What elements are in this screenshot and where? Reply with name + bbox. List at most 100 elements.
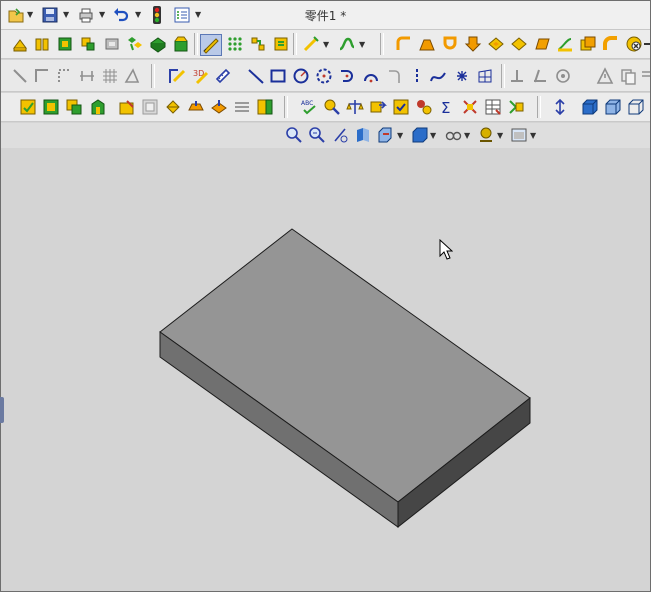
sheet-icon[interactable] — [187, 98, 205, 116]
check-box-icon[interactable] — [392, 98, 410, 116]
base-icon[interactable] — [508, 67, 526, 85]
copy-icon[interactable] — [619, 67, 637, 85]
print-icon[interactable] — [77, 6, 95, 24]
hook-icon[interactable] — [385, 67, 403, 85]
shape-icon[interactable] — [89, 98, 107, 116]
feature-paint-icon[interactable] — [118, 98, 136, 116]
angle-icon[interactable] — [123, 67, 141, 85]
overflow-icon[interactable] — [643, 35, 651, 53]
shell-icon[interactable] — [103, 35, 121, 53]
magnify-icon[interactable] — [323, 98, 341, 116]
arc-icon[interactable] — [338, 67, 356, 85]
curve-icon[interactable] — [338, 35, 356, 53]
part-model[interactable] — [1, 148, 650, 591]
check-icon[interactable] — [256, 98, 274, 116]
feature-icon[interactable] — [172, 35, 190, 53]
trim-icon[interactable] — [78, 67, 96, 85]
sum-icon[interactable]: Σ — [438, 98, 456, 117]
chamfer-icon[interactable] — [418, 35, 436, 53]
view-orientation-icon[interactable] — [411, 126, 429, 144]
point-icon[interactable] — [453, 67, 471, 85]
zoom-area-icon[interactable] — [308, 126, 326, 144]
target-icon[interactable] — [554, 67, 572, 85]
options-icon[interactable] — [173, 6, 191, 24]
relations-icon[interactable] — [249, 35, 267, 53]
dashed-icon[interactable] — [55, 67, 73, 85]
traffic-light-icon[interactable] — [151, 5, 163, 25]
mirror-icon[interactable] — [149, 35, 167, 53]
view-wire-icon[interactable] — [627, 98, 645, 116]
weld-icon[interactable] — [210, 98, 228, 116]
undo-icon[interactable] — [112, 6, 130, 24]
collapsed-panel-handle[interactable] — [0, 397, 4, 423]
dashed-circle-icon[interactable] — [315, 67, 333, 85]
section-icon[interactable] — [354, 126, 372, 144]
wrap-icon[interactable] — [487, 35, 505, 53]
delete-face-icon[interactable] — [625, 35, 643, 53]
surface-icon[interactable] — [556, 35, 574, 53]
pan-icon[interactable] — [331, 126, 349, 144]
appearance-dropdown-icon[interactable]: ▼ — [497, 131, 503, 140]
zoom-fit-icon[interactable] — [285, 126, 303, 144]
dimension-dropdown-icon[interactable]: ▼ — [323, 40, 329, 49]
scene-icon[interactable] — [510, 126, 528, 144]
body-icon[interactable] — [533, 35, 551, 53]
save-icon[interactable] — [41, 6, 59, 24]
display-style-dropdown-icon[interactable]: ▼ — [397, 131, 403, 140]
options-dropdown-icon[interactable]: ▼ — [195, 10, 201, 19]
move-icon[interactable] — [369, 98, 387, 116]
sweep-icon[interactable] — [56, 35, 74, 53]
hide-show-icon[interactable] — [444, 126, 462, 144]
part-icon[interactable] — [19, 98, 37, 116]
face-icon[interactable] — [510, 35, 528, 53]
appearance-icon[interactable] — [477, 126, 495, 144]
measure-icon[interactable] — [272, 35, 290, 53]
hatch-icon[interactable] — [101, 67, 119, 85]
tilt-icon[interactable] — [531, 67, 549, 85]
view-orientation-dropdown-icon[interactable]: ▼ — [430, 131, 436, 140]
sketch-edit-icon[interactable] — [168, 67, 186, 85]
revolve-icon[interactable] — [33, 35, 51, 53]
3d-sketch-icon[interactable]: 3D — [191, 67, 209, 85]
simulation-icon[interactable] — [415, 98, 433, 116]
new-open-icon[interactable] — [7, 6, 25, 24]
rectangle-icon[interactable] — [269, 67, 287, 85]
sketch-icon[interactable] — [200, 34, 222, 56]
smart-dimension-icon[interactable] — [302, 35, 320, 53]
print-dropdown-icon[interactable]: ▼ — [99, 10, 105, 19]
vertical-line-icon[interactable] — [408, 67, 426, 85]
pattern-icon[interactable] — [126, 35, 144, 53]
warning-icon[interactable] — [596, 67, 614, 85]
fillet-icon[interactable] — [395, 35, 413, 53]
spell-check-icon[interactable]: ABC — [300, 98, 318, 116]
view-front-icon[interactable] — [581, 98, 599, 116]
drawing-icon[interactable] — [65, 98, 83, 116]
grid-icon[interactable] — [226, 35, 244, 53]
undo-dropdown-icon[interactable]: ▼ — [135, 10, 141, 19]
loft-icon[interactable] — [79, 35, 97, 53]
rib-icon[interactable] — [464, 35, 482, 53]
mesh-icon[interactable] — [476, 67, 494, 85]
pipe-icon[interactable] — [602, 35, 620, 53]
graphics-viewport[interactable] — [1, 148, 650, 591]
corner-icon[interactable] — [33, 67, 51, 85]
view-iso-icon[interactable] — [604, 98, 622, 116]
save-dropdown-icon[interactable]: ▼ — [63, 10, 69, 19]
copy-body-icon[interactable] — [579, 35, 597, 53]
overflow-icon[interactable] — [641, 67, 651, 85]
draft-icon[interactable] — [441, 35, 459, 53]
hide-show-dropdown-icon[interactable]: ▼ — [464, 131, 470, 140]
tree-icon[interactable] — [507, 98, 525, 116]
line-tool-icon[interactable] — [247, 67, 265, 85]
half-circle-icon[interactable] — [362, 67, 380, 85]
scene-dropdown-icon[interactable]: ▼ — [530, 131, 536, 140]
display-style-icon[interactable] — [377, 126, 395, 144]
layer-icon[interactable] — [233, 98, 251, 116]
extrude-icon[interactable] — [11, 35, 29, 53]
balance-icon[interactable] — [346, 98, 364, 116]
spline-icon[interactable] — [429, 67, 447, 85]
new-dropdown-icon[interactable]: ▼ — [27, 10, 33, 19]
assembly-icon[interactable] — [42, 98, 60, 116]
curve-dropdown-icon[interactable]: ▼ — [359, 40, 365, 49]
lamp-icon[interactable] — [164, 98, 182, 116]
